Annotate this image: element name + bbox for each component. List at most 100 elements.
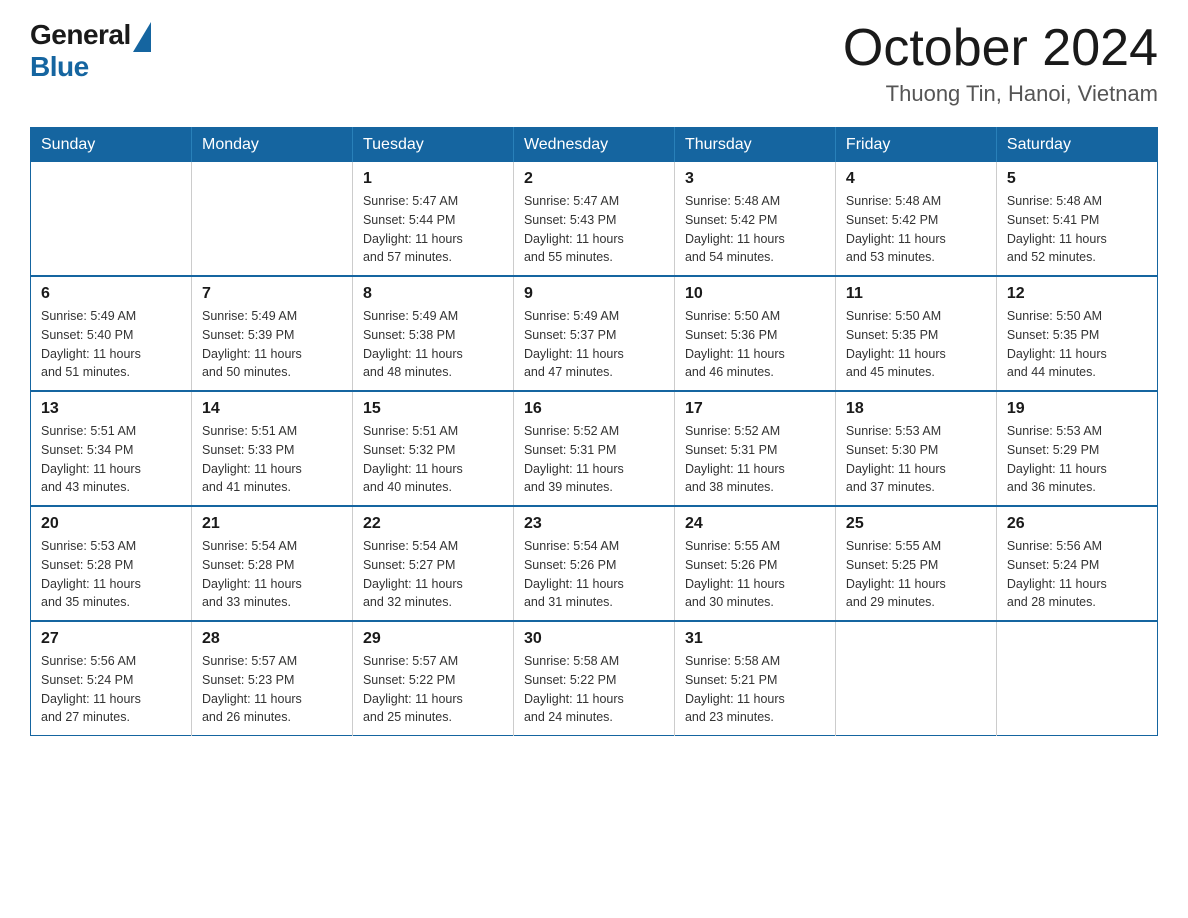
calendar-cell: 20 Sunrise: 5:53 AMSunset: 5:28 PMDayligh…	[31, 506, 192, 621]
day-info: Sunrise: 5:54 AMSunset: 5:26 PMDaylight:…	[524, 537, 664, 612]
calendar-cell	[835, 621, 996, 736]
calendar-cell: 29 Sunrise: 5:57 AMSunset: 5:22 PMDayligh…	[352, 621, 513, 736]
col-thursday: Thursday	[674, 128, 835, 163]
calendar-cell: 1Sunrise: 5:47 AMSunset: 5:44 PMDaylight…	[352, 162, 513, 276]
calendar-header: Sunday Monday Tuesday Wednesday Thursday…	[31, 128, 1158, 163]
day-number: 16	[524, 400, 664, 418]
calendar-week-row: 27 Sunrise: 5:56 AMSunset: 5:24 PMDayligh…	[31, 621, 1158, 736]
calendar-cell: 15Sunrise: 5:51 AMSunset: 5:32 PMDayligh…	[352, 391, 513, 506]
day-info: Sunrise: 5:47 AMSunset: 5:44 PMDaylight:…	[363, 192, 503, 267]
day-number: 21	[202, 515, 342, 533]
calendar-cell: 25Sunrise: 5:55 AMSunset: 5:25 PMDayligh…	[835, 506, 996, 621]
day-info: Sunrise: 5:58 AMSunset: 5:22 PMDaylight:…	[524, 652, 664, 727]
day-info: Sunrise: 5:48 AMSunset: 5:41 PMDaylight:…	[1007, 192, 1147, 267]
page-header: General Blue October 2024 Thuong Tin, Ha…	[30, 20, 1158, 107]
day-number: 17	[685, 400, 825, 418]
calendar-cell: 26Sunrise: 5:56 AMSunset: 5:24 PMDayligh…	[996, 506, 1157, 621]
calendar-cell: 22 Sunrise: 5:54 AMSunset: 5:27 PMDayligh…	[352, 506, 513, 621]
logo-blue: Blue	[30, 52, 151, 83]
title-section: October 2024 Thuong Tin, Hanoi, Vietnam	[843, 20, 1158, 107]
day-number: 12	[1007, 285, 1147, 303]
day-info: Sunrise: 5:49 AMSunset: 5:39 PMDaylight:…	[202, 307, 342, 382]
day-number: 8	[363, 285, 503, 303]
day-number: 14	[202, 400, 342, 418]
calendar-cell: 28Sunrise: 5:57 AMSunset: 5:23 PMDayligh…	[191, 621, 352, 736]
col-monday: Monday	[191, 128, 352, 163]
day-number: 28	[202, 630, 342, 648]
day-info: Sunrise: 5:58 AMSunset: 5:21 PMDaylight:…	[685, 652, 825, 727]
day-number: 27	[41, 630, 181, 648]
day-info: Sunrise: 5:48 AMSunset: 5:42 PMDaylight:…	[846, 192, 986, 267]
calendar-cell: 8 Sunrise: 5:49 AMSunset: 5:38 PMDaylight…	[352, 276, 513, 391]
calendar-week-row: 6Sunrise: 5:49 AMSunset: 5:40 PMDaylight…	[31, 276, 1158, 391]
calendar-cell: 19 Sunrise: 5:53 AMSunset: 5:29 PMDayligh…	[996, 391, 1157, 506]
col-friday: Friday	[835, 128, 996, 163]
day-number: 19	[1007, 400, 1147, 418]
calendar-week-row: 20 Sunrise: 5:53 AMSunset: 5:28 PMDayligh…	[31, 506, 1158, 621]
calendar-cell: 31Sunrise: 5:58 AMSunset: 5:21 PMDayligh…	[674, 621, 835, 736]
day-info: Sunrise: 5:52 AMSunset: 5:31 PMDaylight:…	[685, 422, 825, 497]
day-info: Sunrise: 5:50 AMSunset: 5:35 PMDaylight:…	[846, 307, 986, 382]
col-wednesday: Wednesday	[513, 128, 674, 163]
day-number: 30	[524, 630, 664, 648]
day-number: 23	[524, 515, 664, 533]
calendar-cell: 7 Sunrise: 5:49 AMSunset: 5:39 PMDaylight…	[191, 276, 352, 391]
day-number: 18	[846, 400, 986, 418]
day-info: Sunrise: 5:50 AMSunset: 5:36 PMDaylight:…	[685, 307, 825, 382]
day-info: Sunrise: 5:52 AMSunset: 5:31 PMDaylight:…	[524, 422, 664, 497]
calendar-week-row: 1Sunrise: 5:47 AMSunset: 5:44 PMDaylight…	[31, 162, 1158, 276]
calendar-cell	[31, 162, 192, 276]
calendar-cell: 6Sunrise: 5:49 AMSunset: 5:40 PMDaylight…	[31, 276, 192, 391]
day-info: Sunrise: 5:55 AMSunset: 5:26 PMDaylight:…	[685, 537, 825, 612]
calendar-cell: 24 Sunrise: 5:55 AMSunset: 5:26 PMDayligh…	[674, 506, 835, 621]
day-number: 24	[685, 515, 825, 533]
calendar-cell: 17 Sunrise: 5:52 AMSunset: 5:31 PMDayligh…	[674, 391, 835, 506]
calendar-body: 1Sunrise: 5:47 AMSunset: 5:44 PMDaylight…	[31, 162, 1158, 736]
day-number: 3	[685, 170, 825, 188]
day-number: 29	[363, 630, 503, 648]
calendar-cell: 2 Sunrise: 5:47 AMSunset: 5:43 PMDaylight…	[513, 162, 674, 276]
day-number: 7	[202, 285, 342, 303]
calendar-week-row: 13Sunrise: 5:51 AMSunset: 5:34 PMDayligh…	[31, 391, 1158, 506]
day-number: 25	[846, 515, 986, 533]
location-title: Thuong Tin, Hanoi, Vietnam	[843, 81, 1158, 107]
day-info: Sunrise: 5:53 AMSunset: 5:29 PMDaylight:…	[1007, 422, 1147, 497]
month-title: October 2024	[843, 20, 1158, 77]
day-number: 2	[524, 170, 664, 188]
day-number: 20	[41, 515, 181, 533]
day-info: Sunrise: 5:53 AMSunset: 5:30 PMDaylight:…	[846, 422, 986, 497]
calendar-cell: 23 Sunrise: 5:54 AMSunset: 5:26 PMDayligh…	[513, 506, 674, 621]
calendar-cell: 18 Sunrise: 5:53 AMSunset: 5:30 PMDayligh…	[835, 391, 996, 506]
day-info: Sunrise: 5:54 AMSunset: 5:28 PMDaylight:…	[202, 537, 342, 612]
logo-triangle-icon	[133, 22, 151, 52]
day-number: 9	[524, 285, 664, 303]
logo-text: General Blue	[30, 20, 151, 83]
day-info: Sunrise: 5:54 AMSunset: 5:27 PMDaylight:…	[363, 537, 503, 612]
day-info: Sunrise: 5:49 AMSunset: 5:40 PMDaylight:…	[41, 307, 181, 382]
calendar-cell	[191, 162, 352, 276]
calendar-cell: 27 Sunrise: 5:56 AMSunset: 5:24 PMDayligh…	[31, 621, 192, 736]
calendar-cell: 3 Sunrise: 5:48 AMSunset: 5:42 PMDaylight…	[674, 162, 835, 276]
day-info: Sunrise: 5:56 AMSunset: 5:24 PMDaylight:…	[1007, 537, 1147, 612]
day-info: Sunrise: 5:48 AMSunset: 5:42 PMDaylight:…	[685, 192, 825, 267]
calendar-cell: 11Sunrise: 5:50 AMSunset: 5:35 PMDayligh…	[835, 276, 996, 391]
day-number: 22	[363, 515, 503, 533]
calendar-cell: 9Sunrise: 5:49 AMSunset: 5:37 PMDaylight…	[513, 276, 674, 391]
calendar-table: Sunday Monday Tuesday Wednesday Thursday…	[30, 127, 1158, 736]
day-info: Sunrise: 5:49 AMSunset: 5:38 PMDaylight:…	[363, 307, 503, 382]
day-number: 15	[363, 400, 503, 418]
col-saturday: Saturday	[996, 128, 1157, 163]
calendar-cell: 14Sunrise: 5:51 AMSunset: 5:33 PMDayligh…	[191, 391, 352, 506]
calendar-cell	[996, 621, 1157, 736]
day-info: Sunrise: 5:53 AMSunset: 5:28 PMDaylight:…	[41, 537, 181, 612]
day-number: 13	[41, 400, 181, 418]
calendar-cell: 5Sunrise: 5:48 AMSunset: 5:41 PMDaylight…	[996, 162, 1157, 276]
day-info: Sunrise: 5:50 AMSunset: 5:35 PMDaylight:…	[1007, 307, 1147, 382]
calendar-cell: 4 Sunrise: 5:48 AMSunset: 5:42 PMDaylight…	[835, 162, 996, 276]
day-info: Sunrise: 5:57 AMSunset: 5:22 PMDaylight:…	[363, 652, 503, 727]
day-number: 4	[846, 170, 986, 188]
day-info: Sunrise: 5:56 AMSunset: 5:24 PMDaylight:…	[41, 652, 181, 727]
calendar-cell: 30 Sunrise: 5:58 AMSunset: 5:22 PMDayligh…	[513, 621, 674, 736]
day-info: Sunrise: 5:47 AMSunset: 5:43 PMDaylight:…	[524, 192, 664, 267]
logo: General Blue	[30, 20, 151, 83]
